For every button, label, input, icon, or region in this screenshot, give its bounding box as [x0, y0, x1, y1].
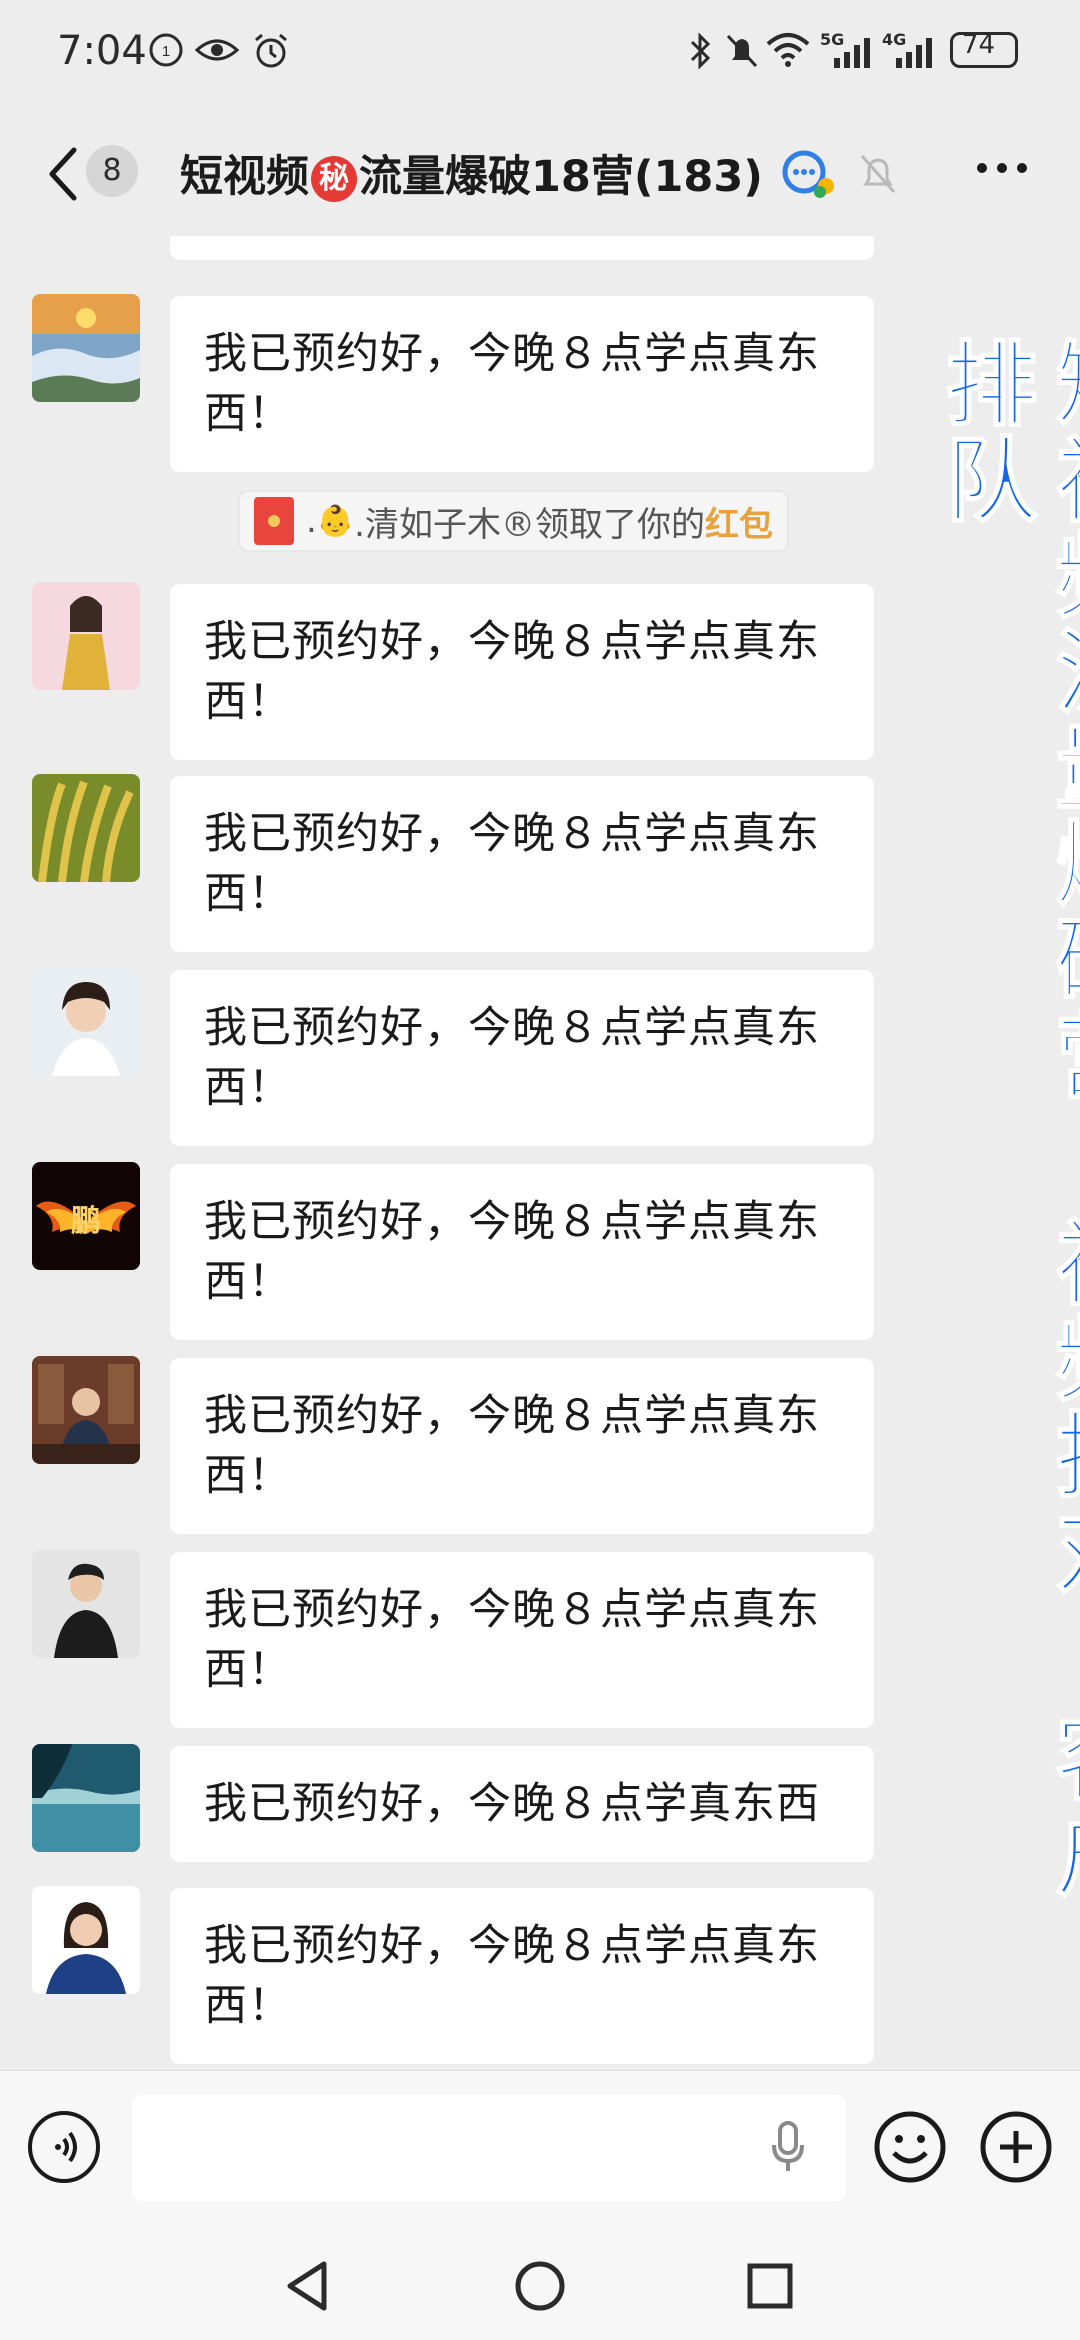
status-bar: 7:04 1 5G 4G 74: [0, 0, 1080, 110]
avatar[interactable]: [32, 774, 140, 882]
title-text-part2: 流量爆破18营(183): [359, 152, 763, 202]
avatar[interactable]: [32, 294, 140, 402]
message-input[interactable]: [132, 2095, 846, 2201]
microphone-icon[interactable]: [770, 2121, 806, 2173]
avatar-label: 鹏: [71, 1204, 101, 1239]
message-bubble[interactable]: 我已预约好，今晚８点学真东西: [170, 1746, 874, 1862]
emoji-button[interactable]: [872, 2109, 948, 2185]
message-bubble[interactable]: 我已预约好，今晚８点学点真东西！: [170, 776, 874, 952]
avatar[interactable]: [32, 1356, 140, 1464]
nav-home-button[interactable]: [510, 2256, 570, 2316]
message-bubble[interactable]: 我已预约好，今晚８点学点真东西！: [170, 1552, 874, 1728]
wifi-icon: [766, 33, 810, 67]
message-bubble-partial: [170, 236, 874, 260]
avatar[interactable]: [32, 582, 140, 690]
chat-message-list[interactable]: 我已预约好，今晚８点学点真东西！ . 👶 .清如子木®领取了你的 红包 我已预约…: [0, 236, 1080, 2070]
bluetooth-icon: [690, 32, 711, 70]
message-bubble[interactable]: 我已预约好，今晚８点学点真东西！: [170, 584, 874, 760]
red-packet-icon: [254, 497, 294, 545]
message-bubble[interactable]: 我已预约好，今晚８点学点真东西！: [170, 296, 874, 472]
promo-overlay: 短视频流量爆破营·视频拍对 客户排队: [928, 335, 1080, 1976]
secret-badge: 秘: [311, 156, 357, 202]
nav-back-button[interactable]: [280, 2256, 340, 2316]
voice-input-button[interactable]: [28, 2111, 100, 2183]
title-text-part1: 短视频: [180, 152, 309, 202]
avatar[interactable]: [32, 968, 140, 1076]
notice-prefix: .: [306, 501, 317, 541]
message-bubble[interactable]: 我已预约好，今晚８点学点真东西！: [170, 1358, 874, 1534]
mute-bell-icon: [726, 34, 758, 68]
notice-emoji: 👶: [316, 503, 355, 539]
mute-bell-icon: [860, 155, 896, 193]
chat-header: 8 短视频秘流量爆破18营(183): [0, 110, 1080, 236]
message-bubble[interactable]: 我已预约好，今晚８点学点真东西！: [170, 970, 874, 1146]
avatar[interactable]: [32, 1550, 140, 1658]
status-time: 7:04: [57, 28, 147, 74]
chat-input-bar: [0, 2070, 1080, 2231]
speed-indicator-icon: 1: [149, 33, 183, 67]
eye-icon: [194, 39, 240, 61]
signal-4g-icon: 4G: [882, 30, 934, 70]
avatar[interactable]: 鹏: [32, 1162, 140, 1270]
back-button[interactable]: [44, 144, 84, 204]
signal-5g-icon: 5G: [820, 30, 872, 70]
svg-text:1: 1: [162, 43, 170, 60]
promo-text: 短视频流量爆破营·视频拍对 客户排队: [929, 335, 1080, 1903]
red-packet-notice: . 👶 .清如子木®领取了你的 红包: [238, 490, 789, 552]
nav-recents-button[interactable]: [740, 2256, 800, 2316]
message-bubble[interactable]: 我已预约好，今晚８点学点真东西！: [170, 1888, 874, 2064]
more-options-button[interactable]: [974, 158, 1030, 178]
avatar[interactable]: [32, 1886, 140, 1994]
red-packet-link[interactable]: 红包: [705, 497, 773, 546]
alarm-icon: [255, 33, 287, 68]
voice-wave-icon: [55, 2131, 77, 2163]
group-chat-icon: [782, 150, 834, 198]
unread-count-badge[interactable]: 8: [86, 145, 138, 197]
notice-text: .清如子木®领取了你的: [354, 504, 705, 545]
battery-level: 74: [962, 30, 996, 60]
add-attachment-button[interactable]: [978, 2109, 1054, 2185]
message-bubble[interactable]: 我已预约好，今晚８点学点真东西！: [170, 1164, 874, 1340]
chat-title[interactable]: 短视频秘流量爆破18营(183): [180, 142, 763, 204]
system-nav-bar: [0, 2230, 1080, 2340]
avatar[interactable]: [32, 1744, 140, 1852]
